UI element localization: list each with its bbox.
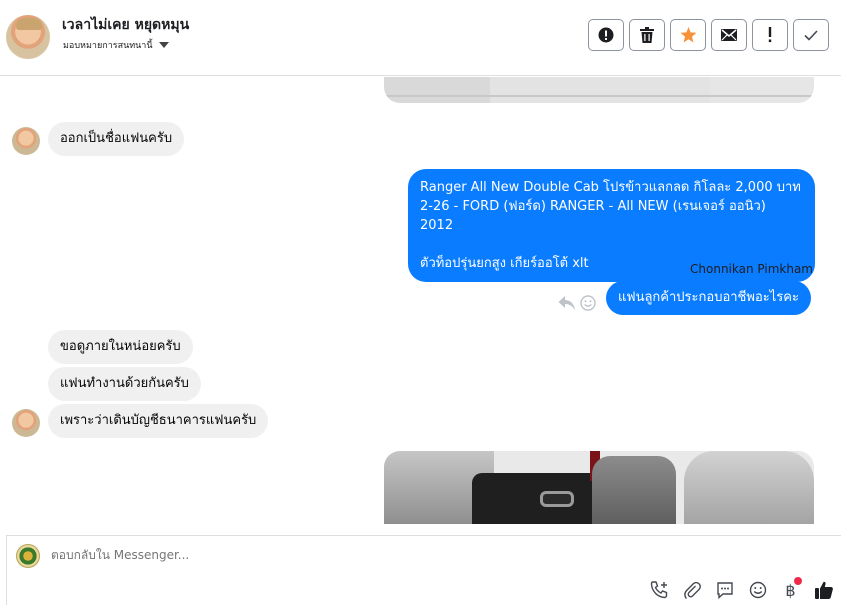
reply-composer: ฿: [6, 535, 841, 605]
page-avatar: [16, 544, 40, 568]
mark-spam-button[interactable]: [588, 19, 624, 51]
action-toolbar: [588, 19, 829, 51]
envelope-icon: [721, 29, 737, 41]
user-avatar[interactable]: [6, 15, 50, 59]
paperclip-icon: [683, 581, 701, 599]
emoji-button[interactable]: [746, 579, 769, 601]
attach-button[interactable]: [680, 579, 703, 601]
sender-avatar[interactable]: [12, 127, 40, 155]
exclamation-icon: [768, 27, 772, 43]
emoji-icon: [749, 581, 766, 599]
payment-button[interactable]: ฿: [779, 577, 802, 601]
incoming-message: แฟนทำงานด้วยกันครับ: [48, 367, 201, 401]
shared-image-top[interactable]: [384, 77, 814, 103]
composer-tools: ฿: [647, 577, 835, 601]
check-icon: [804, 29, 818, 41]
exclamation-circle-icon: [598, 27, 614, 43]
mark-unread-button[interactable]: [711, 19, 747, 51]
sender-name: Chonnikan Pimkham: [690, 262, 813, 276]
incoming-message: ออกเป็นชื่อแฟนครับ: [48, 122, 185, 156]
user-name[interactable]: เวลาไม่เคย หยุดหมุน: [62, 14, 189, 36]
incoming-message: ขอดูภายในหน่อยครับ: [48, 330, 193, 364]
call-icon: [650, 581, 667, 599]
star-icon: [680, 27, 696, 43]
done-button[interactable]: [793, 19, 829, 51]
sender-avatar[interactable]: [12, 409, 40, 437]
like-button[interactable]: [812, 579, 835, 601]
reply-icon[interactable]: [558, 295, 576, 311]
shared-image-car-interior[interactable]: [384, 451, 814, 524]
assign-conversation-dropdown[interactable]: มอบหมายการสนทนานี้: [63, 38, 169, 52]
assign-label: มอบหมายการสนทนานี้: [63, 41, 153, 51]
incoming-message: เพราะว่าเดินบัญชีธนาคารแฟนครับ: [48, 404, 269, 438]
conversation-header: เวลาไม่เคย หยุดหมุน มอบหมายการสนทนานี้: [0, 0, 841, 76]
trash-icon: [640, 27, 654, 43]
star-button[interactable]: [670, 19, 706, 51]
notification-dot: [794, 577, 802, 585]
reply-input[interactable]: [51, 548, 551, 562]
react-emoji-icon[interactable]: [580, 295, 596, 311]
caret-down-icon: [158, 42, 169, 48]
saved-replies-button[interactable]: [713, 579, 736, 601]
outgoing-message: แฟนลูกค้าประกอบอาชีพอะไรคะ: [606, 281, 811, 315]
delete-button[interactable]: [629, 19, 665, 51]
call-button[interactable]: [647, 579, 670, 601]
saved-reply-icon: [716, 582, 733, 599]
follow-up-button[interactable]: [752, 19, 788, 51]
thumbs-up-icon: [814, 581, 833, 599]
